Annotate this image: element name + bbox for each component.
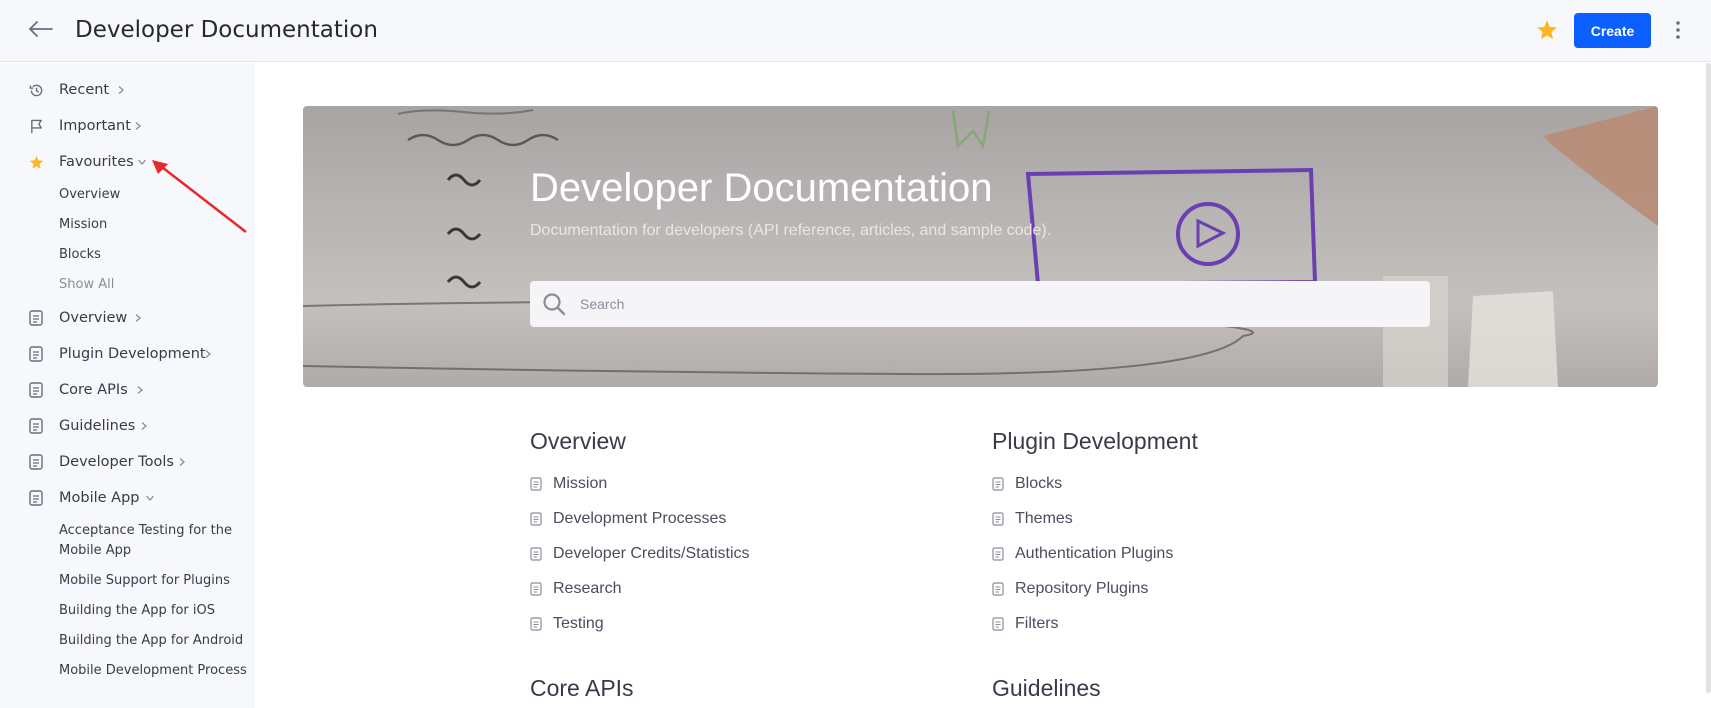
document-icon (530, 617, 542, 631)
favourite-button[interactable] (1532, 15, 1562, 45)
doc-link[interactable]: Authentication Plugins (992, 542, 1173, 566)
document-icon (28, 382, 44, 398)
document-icon (992, 582, 1004, 596)
whiteboard-illustration (303, 106, 1658, 387)
top-header: Developer Documentation Create (0, 0, 1711, 62)
flag-icon (28, 118, 44, 134)
document-icon (530, 582, 542, 596)
hero-banner: Developer Documentation Documentation fo… (303, 106, 1658, 387)
sidebar-item-label: Guidelines (59, 418, 136, 434)
sidebar-item-label: Overview (59, 310, 128, 326)
arrow-left-icon (29, 21, 53, 37)
search-input[interactable] (580, 281, 1420, 327)
sidebar-item-recent[interactable]: Recent (0, 77, 130, 103)
sidebar-item-label: Plugin Development (59, 346, 206, 362)
document-icon (992, 477, 1004, 491)
document-icon (992, 512, 1004, 526)
search-icon (543, 293, 566, 316)
hero-subtitle: Documentation for developers (API refere… (530, 222, 1052, 239)
sidebar-item-label: Developer Tools (59, 454, 174, 470)
mobile-app-link[interactable]: Mobile Support for Plugins (59, 571, 230, 591)
doc-link[interactable]: Themes (992, 507, 1073, 531)
star-icon (1537, 20, 1557, 40)
favourite-link-blocks[interactable]: Blocks (59, 245, 101, 265)
sidebar-item-developer-tools[interactable]: Developer Tools (0, 449, 195, 475)
sidebar-item-label: Favourites (59, 154, 134, 170)
sidebar-item-favourites[interactable]: Favourites (0, 149, 155, 175)
section-title-overview[interactable]: Overview (530, 428, 626, 455)
document-icon (28, 418, 44, 434)
doc-link[interactable]: Development Processes (530, 507, 726, 531)
chevron-down-icon (146, 495, 154, 501)
back-button[interactable] (26, 14, 56, 44)
document-icon (530, 477, 542, 491)
star-icon (28, 154, 44, 170)
favourite-link-overview[interactable]: Overview (59, 185, 120, 205)
document-icon (992, 617, 1004, 631)
mobile-app-link[interactable]: Acceptance Testing for the Mobile App (59, 521, 239, 561)
sidebar: Recent Important Favourites Overview Mis… (0, 63, 255, 708)
page-scrollbar[interactable] (1706, 63, 1711, 693)
section-title-core-apis[interactable]: Core APIs (530, 675, 634, 702)
favourite-link-mission[interactable]: Mission (59, 215, 107, 235)
sidebar-item-label: Mobile App (59, 490, 140, 506)
chevron-right-icon (141, 422, 147, 430)
doc-link[interactable]: Testing (530, 612, 604, 636)
mobile-app-link[interactable]: Building the App for Android (59, 631, 243, 651)
doc-link[interactable]: Filters (992, 612, 1059, 636)
doc-link[interactable]: Repository Plugins (992, 577, 1148, 601)
doc-link[interactable]: Blocks (992, 472, 1062, 496)
doc-link[interactable]: Developer Credits/Statistics (530, 542, 750, 566)
history-icon (28, 82, 44, 98)
document-icon (530, 547, 542, 561)
chevron-right-icon (135, 314, 141, 322)
create-button[interactable]: Create (1574, 13, 1651, 48)
kebab-menu-icon (1676, 21, 1680, 39)
sidebar-item-plugin-development[interactable]: Plugin Development (0, 341, 220, 367)
document-icon (992, 547, 1004, 561)
document-icon (28, 346, 44, 362)
doc-link[interactable]: Mission (530, 472, 607, 496)
chevron-right-icon (135, 122, 141, 130)
chevron-right-icon (179, 458, 185, 466)
sidebar-item-important[interactable]: Important (0, 113, 150, 139)
sidebar-item-overview[interactable]: Overview (0, 305, 150, 331)
sidebar-item-label: Core APIs (59, 382, 128, 398)
document-icon (28, 454, 44, 470)
mobile-app-link[interactable]: Building the App for iOS (59, 601, 215, 621)
section-title-plugin-development[interactable]: Plugin Development (992, 428, 1198, 455)
show-all-link[interactable]: Show All (59, 275, 114, 295)
document-icon (28, 310, 44, 326)
sidebar-item-guidelines[interactable]: Guidelines (0, 413, 155, 439)
sidebar-item-mobile-app[interactable]: Mobile App (0, 485, 165, 511)
sidebar-item-label: Important (59, 118, 131, 134)
chevron-down-icon (138, 159, 146, 165)
sidebar-item-label: Recent (59, 82, 110, 98)
doc-link[interactable]: Research (530, 577, 621, 601)
sidebar-item-core-apis[interactable]: Core APIs (0, 377, 150, 403)
more-options-button[interactable] (1666, 15, 1690, 45)
section-title-guidelines[interactable]: Guidelines (992, 675, 1101, 702)
mobile-app-link[interactable]: Mobile Development Process (59, 661, 247, 681)
chevron-right-icon (118, 86, 124, 94)
search-box (530, 281, 1430, 327)
document-icon (530, 512, 542, 526)
page-title: Developer Documentation (75, 17, 378, 43)
hero-title: Developer Documentation (530, 166, 993, 210)
document-icon (28, 490, 44, 506)
chevron-right-icon (205, 350, 211, 358)
chevron-right-icon (137, 386, 143, 394)
